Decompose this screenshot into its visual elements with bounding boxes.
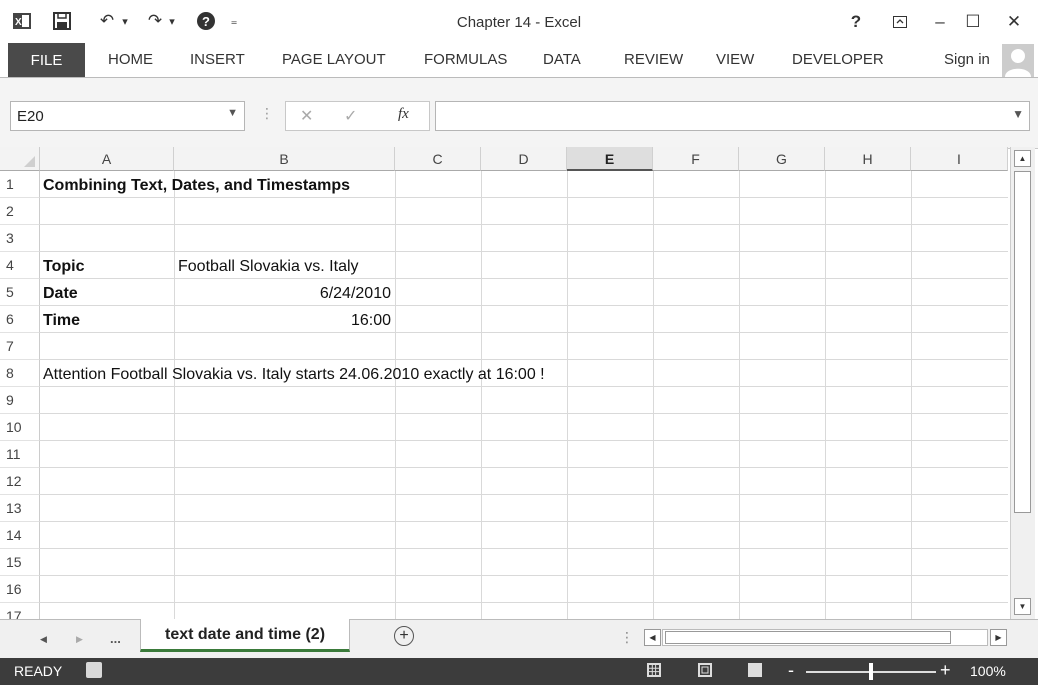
tab-home[interactable]: HOME (108, 51, 153, 68)
row-header-12[interactable]: 12 (0, 468, 40, 495)
tab-review[interactable]: REVIEW (624, 51, 683, 68)
macro-record-icon[interactable] (86, 662, 102, 678)
tab-view[interactable]: VIEW (716, 51, 754, 68)
cell-a6[interactable]: Time (43, 307, 80, 334)
vertical-scroll-thumb[interactable] (1014, 171, 1031, 513)
cell-a4[interactable]: Topic (43, 253, 84, 280)
maximize-button[interactable]: ☐ (959, 10, 987, 34)
column-header-h[interactable]: H (825, 147, 911, 171)
row-header-11[interactable]: 11 (0, 441, 40, 468)
tab-page-layout[interactable]: PAGE LAYOUT (282, 51, 386, 68)
tab-data[interactable]: DATA (543, 51, 581, 68)
cell-b6[interactable]: 16:00 (176, 307, 391, 334)
scroll-right-icon[interactable]: ▶ (990, 629, 1007, 646)
horizontal-scrollbar[interactable] (662, 629, 988, 646)
row-header-8[interactable]: 8 (0, 360, 40, 387)
zoom-level[interactable]: 100% (970, 663, 1006, 679)
ribbon-tabs: FILE HOME INSERT PAGE LAYOUT FORMULAS DA… (0, 42, 1038, 78)
row-header-1[interactable]: 1 (0, 171, 40, 198)
status-bar: READY - + 100% (0, 658, 1038, 685)
name-box[interactable]: E20 ▼ (10, 101, 245, 131)
vertical-scrollbar[interactable]: ▲ ▼ (1010, 147, 1035, 619)
tab-developer[interactable]: DEVELOPER (792, 51, 884, 68)
zoom-in-button[interactable]: + (940, 660, 951, 681)
row-header-13[interactable]: 13 (0, 495, 40, 522)
page-layout-view-icon[interactable] (698, 663, 712, 677)
insert-function-icon[interactable]: fx (398, 106, 409, 123)
column-header-b[interactable]: B (174, 147, 395, 171)
tab-insert[interactable]: INSERT (190, 51, 245, 68)
column-header-i[interactable]: I (911, 147, 1008, 171)
row-header-9[interactable]: 9 (0, 387, 40, 414)
normal-view-icon[interactable] (647, 663, 661, 677)
column-header-c[interactable]: C (395, 147, 481, 171)
row-header-2[interactable]: 2 (0, 198, 40, 225)
horizontal-scroll-thumb[interactable] (665, 631, 951, 644)
row-header-7[interactable]: 7 (0, 333, 40, 360)
row-header-4[interactable]: 4 (0, 252, 40, 279)
tab-split-handle[interactable]: ⋮ (620, 629, 634, 646)
name-box-value: E20 (17, 108, 44, 125)
column-header-f[interactable]: F (653, 147, 739, 171)
close-button[interactable]: ✕ (1000, 10, 1028, 34)
row-header-6[interactable]: 6 (0, 306, 40, 333)
title-bar: X ↶ ▾ ↷ ▾ ? ₌ Chapter 14 - Excel ? – ☐ ✕ (0, 0, 1038, 42)
tab-formulas[interactable]: FORMULAS (424, 51, 507, 68)
scroll-down-icon[interactable]: ▼ (1014, 598, 1031, 615)
cell-a1[interactable]: Combining Text, Dates, and Timestamps (43, 172, 350, 199)
cell-b5[interactable]: 6/24/2010 (176, 280, 391, 307)
sign-in-link[interactable]: Sign in (944, 51, 990, 68)
ribbon-display-options-icon[interactable] (886, 10, 914, 34)
formula-bar-grip-icon[interactable]: ⋮ (260, 105, 274, 122)
column-header-a[interactable]: A (40, 147, 174, 171)
scroll-left-icon[interactable]: ◀ (644, 629, 661, 646)
expand-formula-bar-icon[interactable]: ▼ (1012, 107, 1024, 121)
cell-a8[interactable]: Attention Football Slovakia vs. Italy st… (43, 361, 545, 388)
prev-sheet-icon[interactable]: ◀ (40, 634, 47, 645)
enter-check-icon[interactable]: ✓ (344, 106, 357, 126)
cancel-icon[interactable]: ✕ (300, 106, 313, 126)
more-sheets-button[interactable]: ... (110, 631, 121, 646)
chevron-down-icon[interactable]: ▼ (227, 107, 238, 119)
help-button[interactable]: ? (842, 10, 870, 34)
row-header-17[interactable]: 17 (0, 603, 40, 619)
row-header-16[interactable]: 16 (0, 576, 40, 603)
select-all-button[interactable] (0, 147, 40, 171)
row-header-10[interactable]: 10 (0, 414, 40, 441)
zoom-slider-thumb[interactable] (869, 663, 873, 680)
next-sheet-icon[interactable]: ▶ (76, 634, 83, 645)
window-title: Chapter 14 - Excel (456, 14, 582, 31)
worksheet-grid[interactable]: A B C D E F G H I 1 2 3 4 5 6 7 8 9 10 1… (0, 147, 1008, 619)
row-header-15[interactable]: 15 (0, 549, 40, 576)
row-header-3[interactable]: 3 (0, 225, 40, 252)
cell-a5[interactable]: Date (43, 280, 78, 307)
sheet-tab-bar: ◀ ▶ ... text date and time (2) + ⋮ ◀ ▶ (0, 619, 1038, 659)
column-header-d[interactable]: D (481, 147, 567, 171)
scroll-up-icon[interactable]: ▲ (1014, 150, 1031, 167)
minimize-button[interactable]: – (926, 10, 954, 34)
column-header-g[interactable]: G (739, 147, 825, 171)
add-sheet-icon[interactable]: + (394, 626, 414, 646)
formula-buttons: ✕ ✓ fx (285, 101, 430, 131)
formula-input[interactable]: ▼ (435, 101, 1030, 131)
row-header-14[interactable]: 14 (0, 522, 40, 549)
status-ready: READY (14, 663, 63, 679)
tab-file[interactable]: FILE (8, 43, 85, 77)
cell-b4[interactable]: Football Slovakia vs. Italy (178, 253, 359, 280)
formula-bar: E20 ▼ ⋮ ✕ ✓ fx ▼ (0, 78, 1038, 149)
page-break-view-icon[interactable] (748, 663, 762, 677)
column-header-e[interactable]: E (567, 147, 653, 171)
zoom-out-button[interactable]: - (788, 660, 794, 681)
sheet-tab-active[interactable]: text date and time (2) (140, 619, 350, 652)
row-header-5[interactable]: 5 (0, 279, 40, 306)
avatar[interactable] (1002, 44, 1034, 77)
